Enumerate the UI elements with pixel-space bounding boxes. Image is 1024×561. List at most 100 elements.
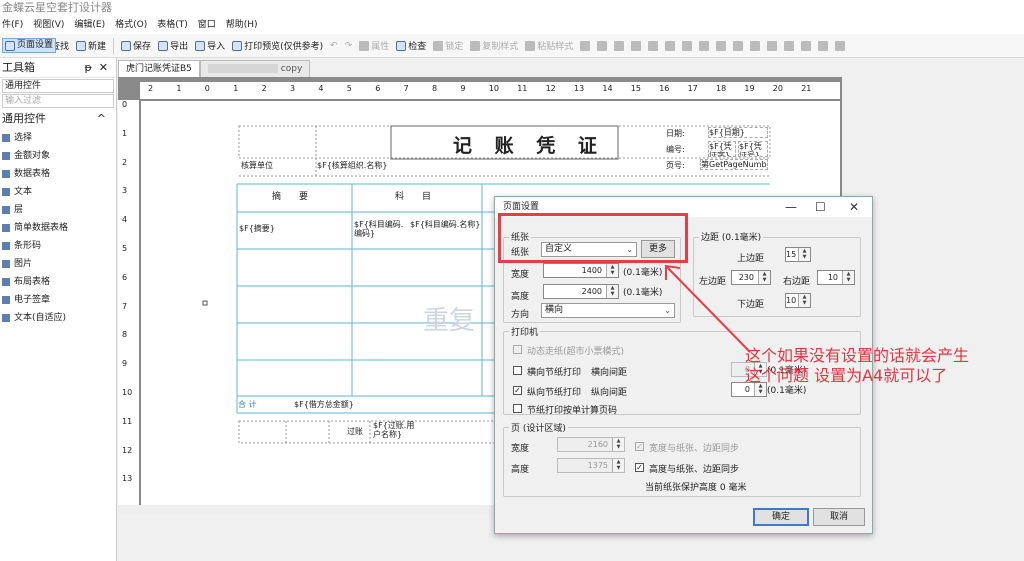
menu-format[interactable]: 格式(O) bbox=[115, 16, 147, 34]
toolbox-item-text[interactable]: 文本 bbox=[0, 183, 116, 201]
h-section-checkbox[interactable] bbox=[513, 366, 522, 375]
sync-height-checkbox[interactable]: ✓ bbox=[635, 463, 644, 472]
toolbox-item-esign[interactable]: 电子签章 bbox=[0, 291, 116, 309]
menu-view[interactable]: 视图(V) bbox=[33, 16, 64, 34]
v-spacing-icon[interactable] bbox=[750, 40, 761, 51]
ruler-tick-label: 1 bbox=[122, 128, 128, 138]
menu-window[interactable]: 窗口 bbox=[198, 16, 216, 34]
right-margin-input[interactable]: 10 ▲ ▼ bbox=[817, 270, 855, 285]
minimize-icon[interactable]: — bbox=[785, 200, 797, 214]
toolbox-category-combo[interactable]: 通用控件 bbox=[2, 79, 114, 93]
toolbox-filter-input[interactable]: 输入过滤 bbox=[2, 94, 114, 108]
tab-voucher-b5[interactable]: 虎门记账凭证B5 bbox=[118, 60, 200, 77]
print-preview-button[interactable]: 打印预览(仅供参考) bbox=[232, 39, 323, 52]
toolbox-item-layout-table[interactable]: 布局表格 bbox=[0, 273, 116, 291]
spin-icon[interactable]: ▲ ▼ bbox=[798, 248, 810, 261]
top-margin-input[interactable]: 15 ▲ ▼ bbox=[785, 247, 811, 262]
bottom-margin-input[interactable]: 10 ▲ ▼ bbox=[785, 293, 811, 308]
import-button[interactable]: 导入 bbox=[195, 39, 225, 52]
ruler-tick-label: 17 bbox=[687, 84, 698, 93]
paper-width-input[interactable]: 1400 ▲ ▼ bbox=[543, 263, 619, 278]
undo-button[interactable]: ↶ bbox=[330, 41, 338, 51]
tab-copy[interactable]: copy bbox=[199, 60, 311, 77]
voucher-number-field[interactable]: $F{凭证号} bbox=[738, 141, 768, 157]
toolbox-item-image[interactable]: 图片 bbox=[0, 255, 116, 273]
new-button[interactable]: 新建 bbox=[76, 39, 106, 52]
menu-file[interactable]: 件(F) bbox=[2, 16, 23, 34]
same-height-icon[interactable] bbox=[699, 40, 710, 51]
design-width-input[interactable]: 2160 ▲ ▼ bbox=[557, 437, 625, 452]
toolbox-item-datatable[interactable]: 数据表格 bbox=[0, 165, 116, 183]
document-tabs: 虎门记账凭证B5 copy bbox=[118, 60, 311, 77]
toolbox-item-simple-table[interactable]: 简单数据表格 bbox=[0, 219, 116, 237]
posted-user-field[interactable]: $F{过账.用户名称} bbox=[373, 421, 417, 439]
posted-label: 过账 bbox=[347, 427, 363, 436]
align-right-icon[interactable] bbox=[614, 40, 625, 51]
date-field[interactable]: $F{日期} bbox=[708, 127, 768, 138]
spin-icon[interactable]: ▲ ▼ bbox=[798, 294, 810, 307]
toolbox-item-autotext[interactable]: 文本(自适应) bbox=[0, 309, 116, 327]
align-middle-icon[interactable] bbox=[648, 40, 659, 51]
h-spacing-icon[interactable] bbox=[733, 40, 744, 51]
blurred-tab-name bbox=[207, 64, 278, 73]
toolbox-item-select[interactable]: 选择 bbox=[0, 129, 116, 147]
close-icon[interactable]: ✕ bbox=[99, 61, 108, 74]
menu-help[interactable]: 帮助(H) bbox=[226, 16, 258, 34]
maximize-icon[interactable]: ☐ bbox=[815, 200, 826, 214]
pin-icon[interactable]: ᵽ bbox=[84, 61, 91, 74]
property-button[interactable]: 属性 bbox=[359, 39, 389, 52]
voucher-title[interactable]: 记 账 凭 证 bbox=[453, 131, 605, 158]
v-section-checkbox[interactable]: ✓ bbox=[513, 386, 522, 395]
account-code-field[interactable]: $F{科目编码.编码} bbox=[354, 220, 404, 238]
dialog-close-icon[interactable]: ✕ bbox=[849, 200, 859, 214]
ok-button[interactable]: 确定 bbox=[753, 508, 809, 526]
menu-edit[interactable]: 编辑(E) bbox=[74, 16, 105, 34]
cancel-button[interactable]: 取消 bbox=[813, 508, 865, 526]
same-width-icon[interactable] bbox=[682, 40, 693, 51]
spin-icon[interactable]: ▲ ▼ bbox=[606, 264, 618, 277]
paste-style-button[interactable]: 粘贴样式 bbox=[525, 39, 573, 52]
toolbox-item-amount[interactable]: 金额对象 bbox=[0, 147, 116, 165]
align-left-icon[interactable] bbox=[580, 40, 591, 51]
toolbox-item-layer[interactable]: 层 bbox=[0, 201, 116, 219]
group-icon[interactable] bbox=[835, 40, 846, 51]
voucher-type-field[interactable]: $F{凭证字} bbox=[708, 141, 736, 157]
spin-icon[interactable]: ▲ ▼ bbox=[612, 438, 624, 451]
spin-icon[interactable]: ▲ ▼ bbox=[842, 271, 854, 284]
ruler-tick-label: 8 bbox=[122, 330, 128, 340]
org-field[interactable]: $F{核算组织.名称} bbox=[317, 161, 387, 170]
dynamic-paper-checkbox[interactable] bbox=[513, 345, 522, 354]
spin-icon[interactable]: ▲ ▼ bbox=[612, 459, 624, 472]
bring-front-icon[interactable] bbox=[801, 40, 812, 51]
ruler-tick-label: 5 bbox=[346, 84, 352, 93]
align-bottom-icon[interactable] bbox=[665, 40, 676, 51]
ruler-tick-label: 3 bbox=[122, 186, 128, 196]
check-button[interactable]: 检查 bbox=[396, 39, 426, 52]
menu-table[interactable]: 表格(T) bbox=[157, 16, 188, 34]
align-center-icon[interactable] bbox=[597, 40, 608, 51]
design-height-input[interactable]: 1375 ▲ ▼ bbox=[557, 458, 625, 473]
sync-width-checkbox[interactable]: ✓ bbox=[635, 442, 644, 451]
page-setup-button[interactable]: 页面设置 bbox=[2, 38, 57, 53]
same-size-icon[interactable] bbox=[716, 40, 727, 51]
paper-height-input[interactable]: 2400 ▲ ▼ bbox=[543, 284, 619, 299]
total-field[interactable]: $F{借方总金额} bbox=[294, 400, 354, 409]
align-top-icon[interactable] bbox=[631, 40, 642, 51]
redo-button[interactable]: ↷ bbox=[345, 41, 353, 51]
toolbox-section-header[interactable]: 通用控件 ^ bbox=[0, 109, 116, 129]
lock-button[interactable]: 锁定 bbox=[433, 39, 463, 52]
orientation-select[interactable]: 横向 ⌄ bbox=[541, 303, 675, 318]
export-button[interactable]: 导出 bbox=[158, 39, 188, 52]
h-center-icon[interactable] bbox=[767, 40, 778, 51]
send-back-icon[interactable] bbox=[818, 40, 829, 51]
page-no-field[interactable]: 第GetPageNumbe bbox=[700, 159, 768, 170]
v-center-icon[interactable] bbox=[784, 40, 795, 51]
width-unit: (0.1毫米) bbox=[623, 268, 663, 278]
page-number-checkbox[interactable] bbox=[513, 404, 522, 413]
account-name-field[interactable]: $F{科目编码.名称} bbox=[410, 220, 482, 229]
spin-icon[interactable]: ▲ ▼ bbox=[606, 285, 618, 298]
toolbox-item-barcode[interactable]: 条形码 bbox=[0, 237, 116, 255]
copy-style-button[interactable]: 复制样式 bbox=[470, 39, 518, 52]
save-button[interactable]: 保存 bbox=[121, 39, 151, 52]
summary-field[interactable]: $F{摘要} bbox=[239, 224, 275, 233]
